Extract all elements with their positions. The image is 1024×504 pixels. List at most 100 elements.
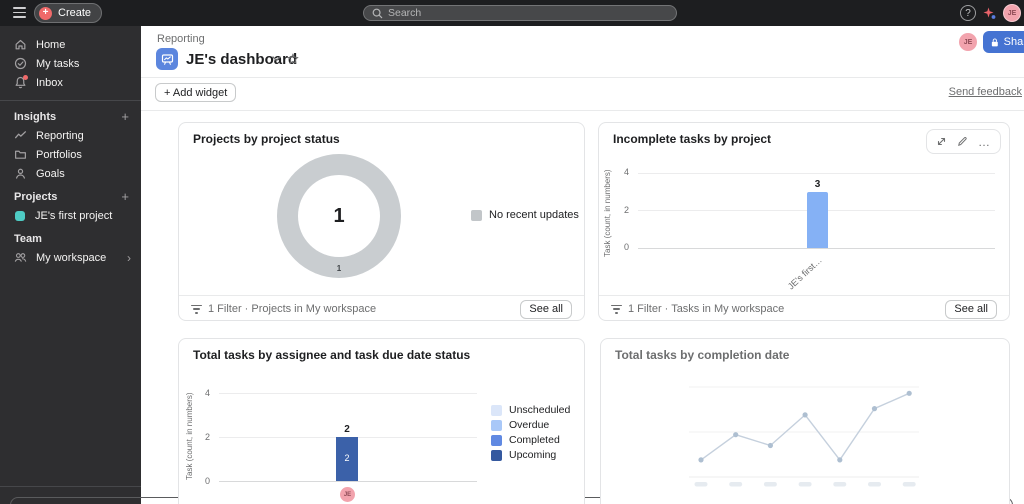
widget-tasks-by-completion: Total tasks by completion date [600, 338, 1010, 504]
dashboard-icon[interactable] [156, 48, 178, 70]
y-tick: 4 [623, 167, 629, 177]
y-tick: 0 [204, 476, 210, 486]
line-chart-icon [14, 129, 27, 142]
bar-plot-area [219, 393, 477, 481]
avatar-initials: JE [343, 491, 352, 498]
sidebar-item-label: Goals [36, 167, 65, 180]
legend-swatch [471, 209, 482, 221]
filter-summary: 1 Filter · Projects in My workspace [208, 303, 377, 315]
bar-je-first-project[interactable] [807, 191, 828, 248]
share-button[interactable]: Share [983, 31, 1024, 53]
y-tick: 4 [204, 388, 210, 398]
sidebar-section-projects[interactable]: Projects + [0, 187, 141, 206]
legend-item: Unscheduled [491, 404, 570, 416]
avatar-initials: JE [1007, 9, 1017, 17]
see-all-button[interactable]: See all [520, 299, 572, 319]
legend-label: Completed [509, 434, 560, 446]
legend-item: Completed [491, 434, 560, 446]
member-avatar[interactable]: JE [959, 33, 977, 51]
assignee-avatar: JE [340, 487, 355, 502]
add-project-icon[interactable]: + [121, 189, 129, 204]
sidebar-item-portfolios[interactable]: Portfolios [0, 145, 141, 164]
y-axis-label: Task (count, in numbers) [185, 392, 194, 480]
chevron-down-icon[interactable] [272, 56, 281, 62]
bell-icon [14, 75, 28, 89]
widget-title: Incomplete tasks by project [613, 132, 772, 146]
plus-icon: + [39, 6, 52, 20]
legend-label: Upcoming [509, 449, 557, 461]
widget-tasks-by-assignee: Total tasks by assignee and task due dat… [178, 338, 585, 504]
create-button[interactable]: + Create [34, 3, 103, 23]
add-widget-button[interactable]: + Add widget [155, 83, 237, 102]
sidebar-item-inbox[interactable]: Inbox [0, 73, 141, 92]
user-avatar[interactable]: JE [1003, 4, 1021, 22]
legend-swatch [491, 449, 502, 461]
share-label: Share [1003, 36, 1024, 48]
sidebar-item-home[interactable]: Home [0, 35, 141, 54]
sidebar-item-my-tasks[interactable]: My tasks [0, 54, 141, 73]
sidebar-item-project[interactable]: JE's first project [0, 206, 141, 225]
sidebar-section-insights[interactable]: Insights + [0, 107, 141, 126]
help-button[interactable]: ? [960, 5, 976, 21]
legend-item: Overdue [491, 419, 549, 431]
donut-chart[interactable]: 1 1 [277, 154, 401, 278]
sidebar: Home My tasks Inbox Insights + Reporting… [0, 26, 141, 504]
legend-swatch [491, 419, 502, 431]
bar-total-label: 2 [344, 424, 350, 435]
legend-label: No recent updates [489, 209, 579, 221]
sidebar-item-label: JE's first project [35, 209, 113, 222]
axis-baseline [638, 248, 995, 249]
sidebar-item-label: My tasks [36, 57, 80, 70]
expand-icon[interactable] [936, 136, 947, 147]
lock-icon [991, 38, 998, 46]
ai-sparkle-icon[interactable] [983, 7, 996, 20]
widget-footer: 1 Filter · Projects in My workspace See … [179, 295, 584, 322]
asana-dashboard: + Create Search ? JE Home My tasks Inbox… [0, 0, 1024, 504]
widget-projects-by-status: Projects by project status 1 1 No recent… [178, 122, 585, 321]
sidebar-section-team: Team [0, 229, 141, 248]
sidebar-toggle-icon[interactable] [13, 7, 26, 18]
line-chart[interactable] [687, 379, 923, 491]
widget-title: Projects by project status [193, 132, 340, 146]
send-feedback-link[interactable]: Send feedback [949, 86, 1022, 98]
person-icon [14, 167, 27, 180]
bar-value-label: 3 [814, 179, 821, 190]
edit-pencil-icon[interactable] [957, 136, 968, 147]
favorite-star-icon[interactable] [287, 53, 299, 65]
toolbar-divider [141, 110, 1024, 111]
legend-item: No recent updates [471, 209, 579, 221]
sidebar-item-reporting[interactable]: Reporting [0, 126, 141, 145]
section-label: Insights [14, 110, 57, 123]
widget-toolbar: … [926, 129, 1001, 154]
bar-segment-label: 2 [344, 453, 350, 463]
see-all-button[interactable]: See all [945, 299, 997, 319]
widget-incomplete-tasks: Incomplete tasks by project … Task (coun… [598, 122, 1010, 321]
more-options-icon[interactable]: … [978, 136, 991, 148]
sidebar-item-goals[interactable]: Goals [0, 164, 141, 183]
header-divider [141, 77, 1024, 78]
folder-icon [14, 148, 27, 161]
breadcrumb: Reporting [157, 33, 205, 45]
chevron-right-icon[interactable]: › [127, 251, 131, 265]
add-insight-icon[interactable]: + [121, 109, 129, 124]
section-label: Team [14, 232, 42, 245]
legend-swatch [491, 404, 502, 416]
sidebar-item-label: Home [36, 38, 66, 51]
search-placeholder: Search [388, 7, 422, 19]
topbar: + Create Search ? JE [0, 0, 1024, 26]
project-color-dot [15, 210, 25, 221]
y-axis-label: Task (count, in numbers) [603, 169, 612, 257]
sidebar-item-label: My workspace [36, 251, 107, 264]
y-tick: 2 [204, 432, 210, 442]
home-icon [14, 38, 27, 51]
section-label: Projects [14, 190, 58, 203]
sidebar-item-label: Inbox [36, 76, 63, 89]
avatar-initials: JE [963, 38, 973, 46]
legend-item: Upcoming [491, 449, 556, 461]
widget-title: Total tasks by completion date [615, 348, 790, 362]
axis-baseline [219, 481, 477, 482]
help-label: ? [965, 7, 971, 19]
sidebar-item-workspace[interactable]: My workspace › [0, 248, 141, 267]
y-tick: 0 [623, 242, 629, 252]
search-input[interactable]: Search [363, 5, 677, 21]
